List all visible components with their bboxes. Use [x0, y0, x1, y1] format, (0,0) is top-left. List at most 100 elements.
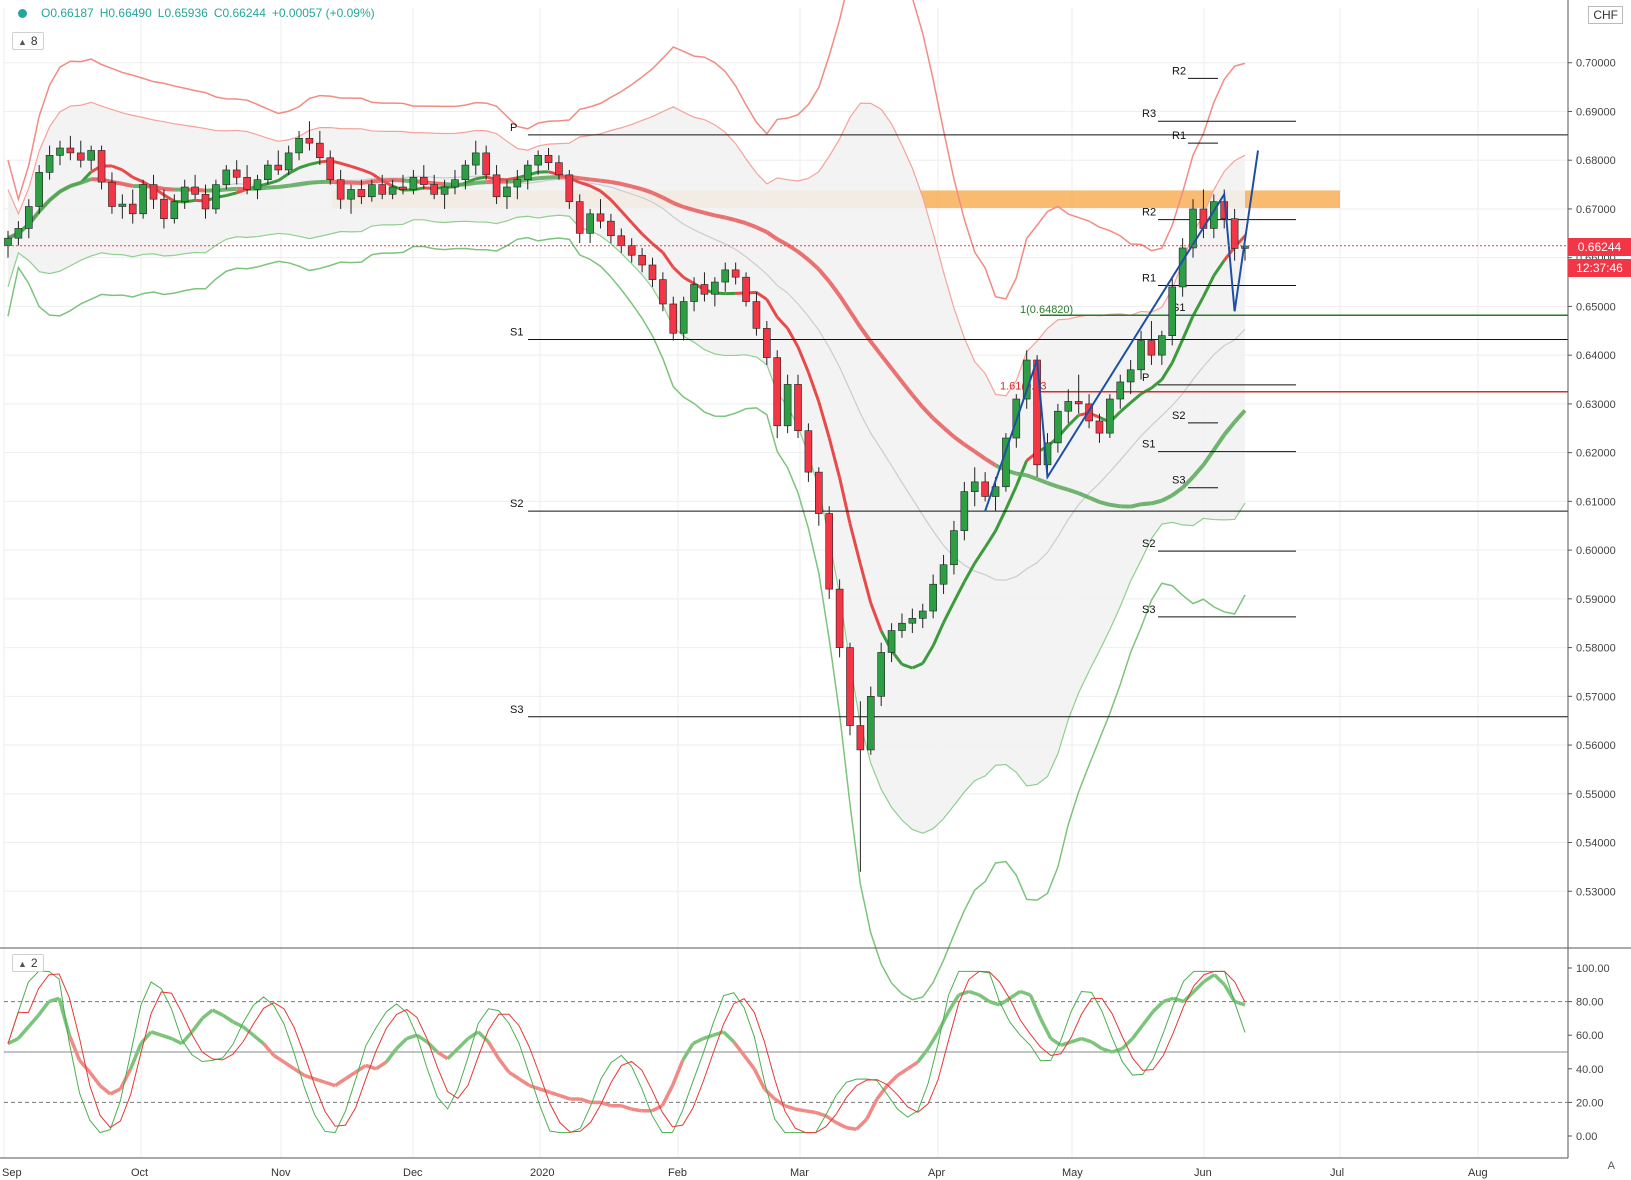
osc-main-segment: [221, 1013, 234, 1024]
time-axis-label: Mar: [790, 1167, 809, 1179]
osc-main-segment: [98, 1084, 112, 1096]
candle-body: [596, 213, 605, 222]
price-tick-label: 0.60000: [1576, 545, 1616, 557]
slow-ma-segment: [1150, 498, 1163, 506]
open-value: O0.66187: [41, 6, 94, 20]
osc-main-segment: [926, 1030, 940, 1050]
candle-body: [586, 213, 594, 234]
osc-main-segment: [406, 1033, 418, 1041]
candle-body: [201, 194, 210, 210]
time-axis-label: 2020: [530, 1167, 554, 1179]
pivot-label: P: [510, 122, 517, 134]
osc-main-segment: [579, 1097, 592, 1105]
candle-body: [939, 564, 948, 585]
candle-body: [1178, 247, 1187, 288]
candle-body: [721, 269, 730, 283]
osc-main-segment: [896, 1067, 909, 1077]
candle-body: [419, 176, 428, 185]
price-tick-label: 0.58000: [1576, 643, 1616, 655]
osc-main-segment: [620, 1104, 633, 1111]
candle-body: [87, 150, 95, 161]
candle-body: [336, 179, 345, 200]
slow-ma-segment: [278, 183, 289, 190]
candle-body: [399, 186, 407, 190]
candle-body: [160, 198, 168, 219]
osc-main-segment: [283, 1060, 296, 1071]
candle-body: [139, 184, 147, 215]
candle-body: [4, 237, 12, 246]
candle-body: [128, 203, 137, 215]
candle-body: [627, 245, 636, 256]
osc-main-segment: [88, 1071, 102, 1087]
candle-body: [378, 184, 387, 195]
pivot-label: R1: [1142, 272, 1156, 284]
pivot-label: S1: [510, 327, 523, 339]
candle-body: [1158, 335, 1166, 356]
osc-main-segment: [1131, 1024, 1145, 1040]
osc-main-segment: [170, 1036, 183, 1046]
candle-body: [887, 630, 896, 653]
candle-body: [763, 328, 771, 358]
candle-body: [347, 189, 355, 200]
osc-main-segment: [375, 1060, 388, 1071]
slow-ma-segment: [1109, 502, 1121, 509]
price-tick-label: 0.56000: [1576, 740, 1616, 752]
candle-body: [835, 588, 844, 648]
osc-main-segment: [752, 1068, 767, 1090]
candle-body: [503, 186, 511, 198]
countdown-tag: 12:37:46: [1568, 259, 1631, 277]
osc-main-segment: [805, 1109, 816, 1115]
oscillator-toggle[interactable]: ▲ 2: [12, 954, 44, 972]
candle-body: [856, 725, 865, 751]
osc-main-segment: [978, 993, 991, 1004]
indicators-toggle[interactable]: ▲ 8: [12, 32, 44, 50]
candle-body: [565, 174, 574, 202]
osc-main-segment: [242, 1025, 255, 1037]
osc-main-segment: [252, 1033, 265, 1045]
candle-body: [253, 179, 262, 190]
slow-ma-segment: [579, 176, 591, 182]
candle-body: [1126, 369, 1135, 383]
candle-body: [222, 169, 231, 185]
time-axis-label: Jun: [1194, 1167, 1212, 1179]
candle-body: [929, 583, 937, 612]
osc-main-segment: [1213, 973, 1226, 987]
price-tick-label: 0.65000: [1576, 301, 1616, 313]
candle-body: [180, 186, 189, 202]
time-axis-label: Jul: [1330, 1167, 1344, 1179]
candle-body: [24, 206, 33, 229]
osc-main-segment: [815, 1110, 827, 1118]
currency-label[interactable]: CHF: [1588, 6, 1623, 24]
osc-main-segment: [988, 999, 1001, 1007]
price-tick-label: 0.54000: [1576, 838, 1616, 850]
osc-main-segment: [27, 1013, 40, 1028]
candle-body: [731, 269, 740, 278]
osc-main-segment: [794, 1107, 806, 1113]
price-tick-label: 0.55000: [1576, 789, 1616, 801]
price-chart[interactable]: PS1S2S3R3R1R2R2R1S1PS2S1S3S2S31(0.64820)…: [0, 0, 1631, 1180]
indicator-count: 8: [30, 34, 38, 48]
pivot-label: S3: [510, 704, 523, 716]
time-axis-label: Nov: [271, 1167, 291, 1179]
slow-ma-segment: [610, 180, 622, 186]
osc-main-segment: [190, 1017, 204, 1033]
candle-body: [679, 301, 688, 334]
candle-body: [149, 184, 158, 200]
osc-main-segment: [507, 1070, 521, 1081]
pivot-label: R3: [1142, 108, 1156, 120]
osc-main-segment: [109, 1087, 122, 1096]
low-value: L0.65936: [157, 6, 208, 20]
candle-body: [908, 618, 917, 624]
osc-main-segment: [1019, 989, 1031, 997]
osc-main-segment: [1090, 1040, 1103, 1051]
osc-main-segment: [692, 1036, 704, 1046]
candle-body: [326, 157, 335, 181]
osc-main-segment: [1192, 980, 1206, 993]
slow-ma-segment: [382, 177, 393, 183]
osc-main-segment: [1234, 999, 1246, 1007]
slow-ma-segment: [1016, 471, 1028, 478]
ohlc-legend: O0.66187 H0.66490 L0.65936 C0.66244 +0.0…: [8, 6, 375, 20]
osc-tick-label: 60.00: [1576, 1030, 1604, 1042]
auto-scale-button[interactable]: A: [1608, 1160, 1615, 1172]
osc-main-segment: [57, 997, 72, 1036]
